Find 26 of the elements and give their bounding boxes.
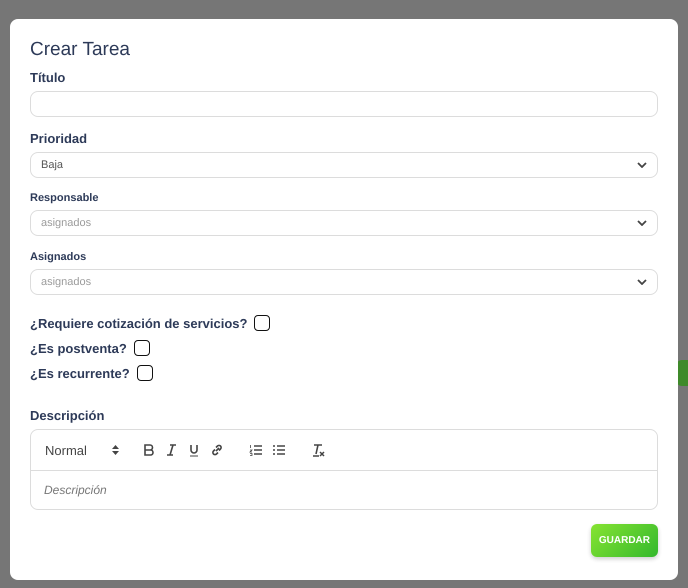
question-label: ¿Es postventa?	[30, 340, 127, 356]
field-label: Prioridad	[30, 131, 88, 146]
text-area[interactable]: Descripción	[31, 471, 657, 509]
link-icon[interactable]	[210, 443, 224, 457]
checkbox[interactable]	[254, 315, 270, 331]
chevron-down-icon	[637, 220, 647, 226]
select-field[interactable]: asignados	[30, 269, 658, 295]
chevron-down-icon	[637, 162, 647, 168]
input-field[interactable]	[30, 91, 658, 117]
field-label: Título	[30, 70, 66, 85]
dialog-title: Crear Tarea	[30, 39, 131, 61]
field-label: Asignados	[30, 251, 88, 263]
numbered-list-icon[interactable]	[248, 443, 263, 457]
field-label: Descripción	[30, 408, 106, 423]
bullet-list-icon[interactable]	[272, 443, 286, 457]
question-label: ¿Es recurrente?	[30, 366, 130, 380]
up-down-arrows-icon	[112, 445, 119, 455]
question-label: ¿Requiere cotización de servicios?	[30, 316, 248, 330]
clear-formatting-icon[interactable]	[310, 443, 325, 457]
select-field[interactable]: asignados	[30, 210, 658, 236]
field-label: Responsable	[30, 192, 100, 204]
chevron-down-icon	[637, 279, 647, 285]
checkbox[interactable]	[134, 340, 150, 356]
select-field[interactable]: Baja	[30, 152, 658, 178]
format-dropdown[interactable]: Normal	[45, 442, 119, 458]
checkbox[interactable]	[136, 365, 153, 381]
